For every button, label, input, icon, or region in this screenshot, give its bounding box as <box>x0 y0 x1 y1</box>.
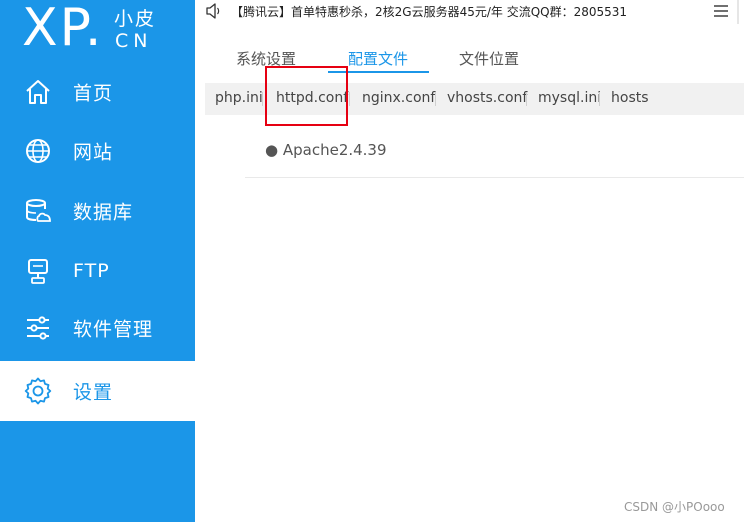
logo-cn-bottom: CN <box>115 30 153 52</box>
app-window: XP. 小皮 CN 首页 网站 数据库 FTP 软件管理 设置 【腾讯云】首单特… <box>0 0 744 522</box>
sidebar-item-website[interactable]: 网站 <box>0 121 195 181</box>
sidebar-item-label: 首页 <box>73 82 114 105</box>
divider <box>526 92 527 106</box>
tab-config-files[interactable]: 配置文件 <box>348 48 408 69</box>
sidebar: XP. 小皮 CN 首页 网站 数据库 FTP 软件管理 设置 <box>0 0 195 522</box>
divider <box>435 92 436 106</box>
sidebar-item-label: FTP <box>73 260 110 282</box>
sliders-icon <box>27 316 49 340</box>
notice-bar: 【腾讯云】首单特惠秒杀，2核2G云服务器45元/年 交流QQ群：2805531 <box>195 0 744 24</box>
sidebar-item-label: 设置 <box>73 381 114 404</box>
database-icon <box>26 199 51 222</box>
server-icon <box>28 259 48 284</box>
entry-divider <box>245 177 744 178</box>
divider <box>349 92 350 106</box>
sidebar-item-software[interactable]: 软件管理 <box>0 298 195 358</box>
menu-icon[interactable] <box>714 5 728 17</box>
subtab-nginx-conf[interactable]: nginx.conf <box>362 90 435 106</box>
red-highlight-box <box>265 66 348 126</box>
apache-config-entry[interactable]: ● Apache2.4.39 <box>265 141 387 159</box>
sidebar-item-label: 网站 <box>73 141 114 164</box>
sidebar-item-settings[interactable]: 设置 <box>0 361 195 421</box>
subtab-hosts[interactable]: hosts <box>611 90 649 106</box>
home-icon <box>26 80 50 104</box>
notice-text[interactable]: 【腾讯云】首单特惠秒杀，2核2G云服务器45元/年 交流QQ群：2805531 <box>231 3 627 20</box>
divider <box>599 92 600 106</box>
globe-icon <box>26 139 50 163</box>
gear-icon <box>24 377 52 405</box>
window-edge <box>737 0 739 24</box>
tab-file-location[interactable]: 文件位置 <box>459 48 519 69</box>
main-panel: 系统设置 配置文件 文件位置 php.ini httpd.conf nginx.… <box>205 24 744 522</box>
logo-cn-top: 小皮 <box>114 8 157 30</box>
divider <box>262 92 263 106</box>
logo-brand: XP. <box>22 0 104 58</box>
sidebar-item-ftp[interactable]: FTP <box>0 241 195 301</box>
sidebar-item-home[interactable]: 首页 <box>0 62 195 122</box>
speaker-icon <box>206 3 220 19</box>
subtab-vhosts-conf[interactable]: vhosts.conf <box>447 90 527 106</box>
subtab-php-ini[interactable]: php.ini <box>215 90 263 106</box>
sidebar-item-label: 数据库 <box>73 201 134 224</box>
sidebar-item-database[interactable]: 数据库 <box>0 181 195 241</box>
subtab-mysql-ini[interactable]: mysql.ini <box>538 90 601 106</box>
sidebar-item-label: 软件管理 <box>73 318 154 341</box>
logo: XP. 小皮 CN <box>0 0 195 60</box>
watermark: CSDN @小POooo <box>624 500 725 514</box>
